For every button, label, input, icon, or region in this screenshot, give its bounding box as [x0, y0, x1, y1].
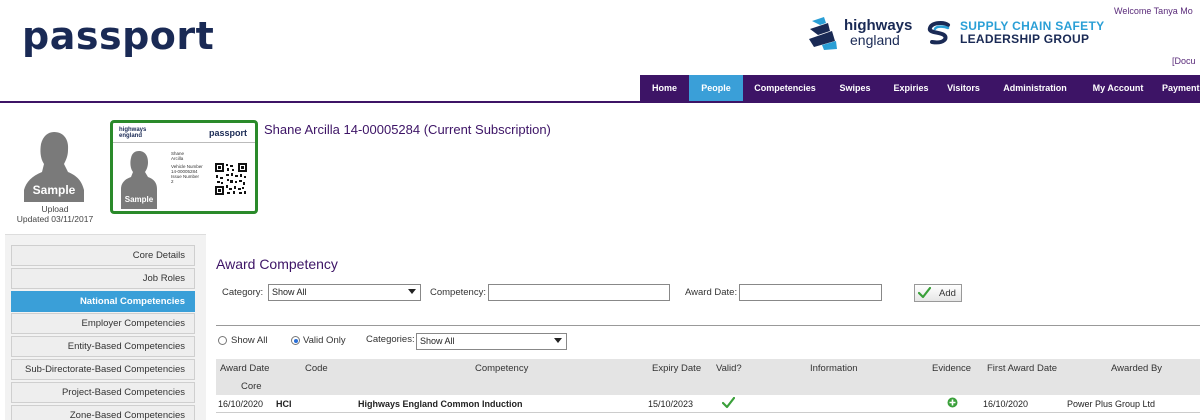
- card-watermark: Sample: [125, 195, 154, 204]
- award-form: Category: Show All Competency: Award Dat…: [222, 284, 982, 302]
- competency-label: Competency:: [430, 287, 486, 298]
- highways-logo-line1: highways: [844, 17, 913, 34]
- row-code: HCI: [276, 399, 292, 409]
- nav-payment[interactable]: Payment: [1154, 75, 1200, 101]
- row-competency: Highways England Common Induction: [358, 399, 523, 409]
- photo-watermark: Sample: [33, 183, 76, 197]
- highways-england-logo: highways england: [808, 15, 912, 51]
- main-nav: Home People Competencies Swipes Expiries…: [640, 75, 1200, 101]
- passport-card[interactable]: highways england passport Sample Shane A…: [110, 120, 258, 214]
- main-panel: Award Competency Category: Show All Comp…: [206, 234, 1200, 420]
- show-all-label[interactable]: Show All: [231, 335, 267, 346]
- add-evidence-icon[interactable]: [947, 397, 958, 408]
- sidebar-item-core-details[interactable]: Core Details: [11, 245, 195, 266]
- row-first-award-date: 16/10/2020: [983, 399, 1029, 409]
- sidebar-item-national-competencies[interactable]: National Competencies: [11, 290, 195, 312]
- table-header: Award Date Code Competency Expiry Date V…: [216, 359, 1200, 377]
- group-label: Core: [241, 381, 262, 392]
- card-name-last: Arcilla: [171, 156, 184, 161]
- qr-code-icon: [215, 163, 247, 195]
- table-row[interactable]: 16/10/2020 HCI Highways England Common I…: [216, 395, 1200, 413]
- col-valid[interactable]: Valid?: [716, 363, 742, 374]
- section-divider: [216, 325, 1200, 326]
- col-first-award-date[interactable]: First Award Date: [987, 363, 1057, 374]
- person-title: Shane Arcilla 14-00005284 (Current Subsc…: [264, 122, 551, 137]
- sidebar: Core Details Job Roles National Competen…: [11, 245, 195, 420]
- sidebar-item-zone-competencies[interactable]: Zone-Based Competencies: [11, 404, 195, 420]
- col-code[interactable]: Code: [305, 363, 328, 374]
- category-select[interactable]: Show All: [268, 284, 421, 301]
- nav-divider: [0, 101, 1200, 103]
- nav-expiries[interactable]: Expiries: [883, 75, 939, 101]
- nav-swipes[interactable]: Swipes: [827, 75, 883, 101]
- show-all-radio[interactable]: [218, 336, 227, 345]
- highways-england-icon: [809, 17, 837, 50]
- welcome-text: Welcome Tanya Mo: [1114, 6, 1193, 16]
- col-competency[interactable]: Competency: [475, 363, 528, 374]
- category-select-value: Show All: [272, 287, 307, 297]
- supply-chain-line2: LEADERSHIP GROUP: [960, 32, 1090, 46]
- upload-link[interactable]: Upload: [10, 204, 100, 214]
- card-issue-value: 2: [171, 179, 174, 184]
- nav-my-account[interactable]: My Account: [1082, 75, 1154, 101]
- upload-info: Upload Updated 03/11/2017: [10, 204, 100, 224]
- valid-check-icon: [722, 397, 735, 409]
- card-passport-label: passport: [208, 127, 247, 138]
- row-award-date: 16/10/2020: [218, 399, 264, 409]
- award-date-label: Award Date:: [685, 287, 738, 298]
- card-brand: highways england: [119, 127, 146, 139]
- nav-competencies[interactable]: Competencies: [743, 75, 827, 101]
- valid-only-radio[interactable]: [291, 336, 300, 345]
- nav-administration[interactable]: Administration: [988, 75, 1082, 101]
- award-date-input[interactable]: [739, 284, 882, 301]
- chevron-down-icon: [554, 338, 562, 343]
- col-information[interactable]: Information: [810, 363, 858, 374]
- nav-home[interactable]: Home: [640, 75, 689, 101]
- card-details: Shane Arcilla Vehicle Number 14-00005284…: [171, 151, 211, 184]
- competency-input[interactable]: [488, 284, 670, 301]
- card-brand-line1: highways: [119, 126, 147, 133]
- add-button-label: Add: [939, 287, 956, 299]
- nav-visitors[interactable]: Visitors: [939, 75, 988, 101]
- nav-people[interactable]: People: [689, 75, 743, 101]
- supply-chain-icon: [927, 21, 950, 45]
- category-label: Category:: [222, 287, 264, 298]
- col-awarded-by[interactable]: Awarded By: [1111, 363, 1162, 374]
- valid-only-label[interactable]: Valid Only: [303, 335, 346, 346]
- col-award-date[interactable]: Award Date: [220, 363, 269, 374]
- categories-select-value: Show All: [420, 336, 455, 346]
- sidebar-item-sub-directorate-competencies[interactable]: Sub-Directorate-Based Competencies: [11, 358, 195, 380]
- sidebar-item-employer-competencies[interactable]: Employer Competencies: [11, 313, 195, 335]
- sidebar-item-project-competencies[interactable]: Project-Based Competencies: [11, 381, 195, 403]
- documents-link[interactable]: [Docu: [1172, 56, 1200, 66]
- chevron-down-icon: [408, 289, 416, 294]
- filter-row: Show All Valid Only Categories: Show All: [218, 333, 618, 352]
- categories-label: Categories:: [366, 334, 415, 345]
- table-group-row: Core: [216, 377, 1200, 395]
- profile-photo[interactable]: Sample: [24, 126, 84, 202]
- card-brand-line2: england: [119, 132, 143, 139]
- supply-chain-logo: SUPPLY CHAIN SAFETY LEADERSHIP GROUP: [926, 20, 1104, 46]
- row-expiry-date: 15/10/2023: [648, 399, 694, 409]
- sidebar-item-job-roles[interactable]: Job Roles: [11, 267, 195, 289]
- updated-date: Updated 03/11/2017: [16, 214, 94, 224]
- sidebar-item-entity-competencies[interactable]: Entity-Based Competencies: [11, 336, 195, 358]
- add-button[interactable]: Add: [914, 284, 962, 302]
- row-awarded-by: Power Plus Group Ltd: [1067, 399, 1156, 409]
- card-photo: Sample: [121, 151, 157, 209]
- award-competency-title: Award Competency: [216, 256, 338, 272]
- passport-logo[interactable]: passport: [22, 14, 214, 58]
- categories-select[interactable]: Show All: [416, 333, 567, 350]
- highways-logo-line2: england: [850, 32, 900, 48]
- col-expiry-date[interactable]: Expiry Date: [652, 363, 701, 374]
- checkmark-icon: [918, 287, 931, 299]
- col-evidence[interactable]: Evidence: [932, 363, 971, 374]
